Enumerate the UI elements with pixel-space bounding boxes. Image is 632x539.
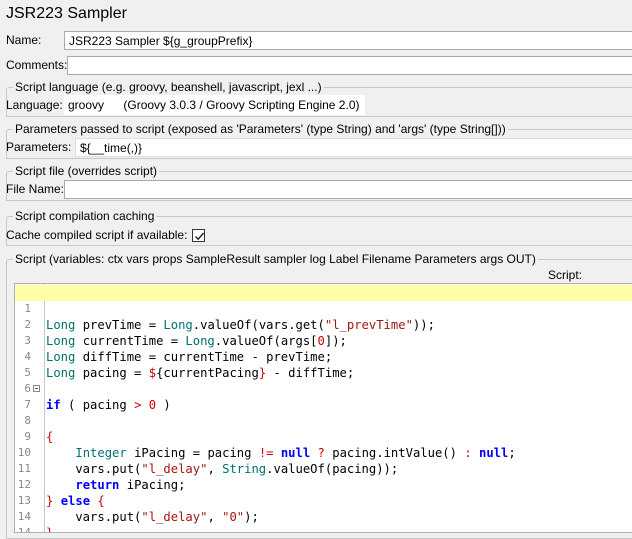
parameters-label: Parameters: [6,140,72,154]
code-line: 12 } else { [15,461,632,508]
name-label: Name: [6,33,42,47]
code-line: 10 vars.put("l_delay", String.valueOf(pa… [15,429,632,476]
language-label: Language: [6,98,63,112]
name-row: Name: [6,30,41,50]
code-line: 14 [15,509,632,532]
sampler-title: JSR223 Sampler [6,5,127,22]
script-editor[interactable]: 1 Long prevTime = Long.valueOf(vars.get(… [14,283,632,533]
parameters-row: Parameters: [6,137,71,157]
comments-field[interactable] [67,56,632,75]
code-line: 9 Integer iPacing = pacing != null ? pac… [15,413,632,460]
code-line: 8 [15,397,632,427]
comments-row: Comments: [6,55,67,75]
parameters-title: Parameters passed to script (exposed as … [13,122,508,136]
code-line: 14 } [15,493,632,532]
parameters-field[interactable]: ${__time(,)} [75,138,632,157]
code-line: 5 [15,349,632,379]
code-line: 1 Long prevTime = Long.valueOf(vars.get(… [15,285,632,332]
compilation-caching-title: Script compilation caching [13,209,157,223]
code-text: } [46,526,54,533]
file-name-row: File Name: [6,179,64,199]
code-line: 6 if ( pacing > 0 ) [15,365,632,412]
checkmark-icon [195,232,205,240]
script-file-title: Script file (overrides script) [13,164,160,178]
cache-label: Cache compiled script if available: [6,228,188,242]
code-line: 7 { [15,381,632,444]
line-number: 14 [17,526,31,533]
script-language-title: Script language (e.g. groovy, beanshell,… [13,80,324,94]
language-description: (Groovy 3.0.3 / Groovy Scripting Engine … [123,98,360,112]
language-value: groovy [68,98,105,112]
code-line: 2 Long currentTime = Long.valueOf(args[0… [15,301,632,348]
comments-label: Comments: [6,58,68,72]
fold-toggle-icon[interactable] [33,385,40,392]
language-select[interactable]: groovy (Groovy 3.0.3 / Groovy Scripting … [64,95,366,115]
cache-checkbox[interactable] [192,228,206,242]
file-name-field[interactable] [64,180,632,199]
name-field[interactable]: JSR223 Sampler ${g_groupPrefix} [64,31,632,50]
file-name-label: File Name: [6,182,65,196]
script-title: Script (variables: ctx vars props Sample… [13,252,538,266]
script-label: Script: [548,268,583,282]
code-line: 11 return iPacing; [15,445,632,492]
code-line: 4 Long pacing = ${currentPacing} - diffT… [15,333,632,380]
language-row: Language: [6,95,63,115]
code-line: 13 vars.put("l_delay", "0"); [15,477,632,524]
cache-row: Cache compiled script if available: [6,225,206,245]
code-line: 3 Long diffTime = currentTime - prevTime… [15,317,632,364]
